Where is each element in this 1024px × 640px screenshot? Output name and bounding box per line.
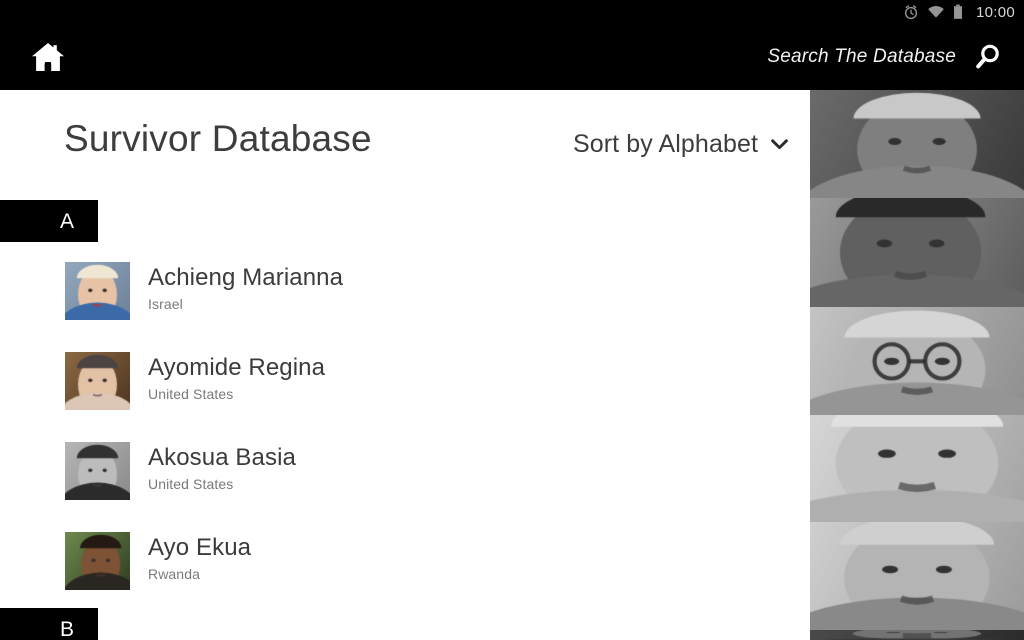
rail-photo[interactable]: [810, 630, 1024, 640]
rail-photo[interactable]: [810, 198, 1024, 307]
survivor-database-app: 10:00 Search The Database Survivor Datab…: [0, 0, 1024, 640]
rail-photo[interactable]: [810, 90, 1024, 198]
survivor-name: Achieng Marianna: [148, 264, 344, 291]
avatar: [65, 442, 130, 500]
survivor-list: Achieng Marianna Israel Ayomide Regina U…: [0, 260, 810, 620]
home-button[interactable]: [28, 38, 68, 76]
battery-icon: [953, 4, 962, 19]
section-letter: A: [59, 209, 74, 233]
list-item-text: Ayomide Regina United States: [148, 352, 325, 402]
survivor-country: Rwanda: [148, 565, 200, 582]
list-item[interactable]: Achieng Marianna Israel: [0, 260, 810, 350]
avatar: [65, 352, 130, 410]
survivor-country: United States: [148, 385, 234, 402]
sort-label: Sort by Alphabet: [572, 130, 758, 158]
rail-photo[interactable]: [810, 522, 1024, 630]
search-button[interactable]: Search The Database: [767, 42, 1002, 72]
avatar: [65, 532, 130, 590]
sort-dropdown[interactable]: Sort by Alphabet: [573, 130, 788, 159]
section-header-a: A: [0, 200, 98, 242]
photo-rail: [810, 90, 1024, 640]
survivor-name: Akosua Basia: [148, 444, 296, 471]
list-item[interactable]: Ayo Ekua Rwanda: [0, 530, 810, 620]
avatar: [65, 262, 130, 320]
status-clock: 10:00: [975, 3, 1015, 21]
section-header-b: B: [0, 608, 98, 640]
app-header: Search The Database: [0, 24, 1024, 90]
search-label: Search The Database: [767, 46, 956, 67]
chevron-down-icon: [771, 139, 788, 150]
list-item-text: Achieng Marianna Israel: [148, 262, 343, 312]
search-icon: [976, 44, 999, 69]
survivor-country: United States: [148, 475, 234, 492]
home-icon: [32, 43, 64, 71]
list-item-text: Akosua Basia United States: [148, 442, 296, 492]
survivor-country: Israel: [148, 295, 183, 312]
section-letter: B: [59, 617, 74, 640]
survivor-name: Ayomide Regina: [148, 354, 326, 381]
rail-photo[interactable]: [810, 307, 1024, 415]
status-icon-group: 10:00: [903, 4, 1015, 20]
status-bar: 10:00: [0, 0, 1024, 24]
page-title: Survivor Database: [64, 118, 372, 159]
list-item-text: Ayo Ekua Rwanda: [148, 532, 251, 582]
wifi-icon: [928, 6, 944, 18]
alarm-icon: [904, 5, 918, 20]
main-content: Survivor Database Sort by Alphabet A Ach…: [0, 90, 810, 640]
rail-photo[interactable]: [810, 415, 1024, 522]
survivor-name: Ayo Ekua: [148, 534, 252, 561]
list-item[interactable]: Akosua Basia United States: [0, 440, 810, 530]
list-item[interactable]: Ayomide Regina United States: [0, 350, 810, 440]
